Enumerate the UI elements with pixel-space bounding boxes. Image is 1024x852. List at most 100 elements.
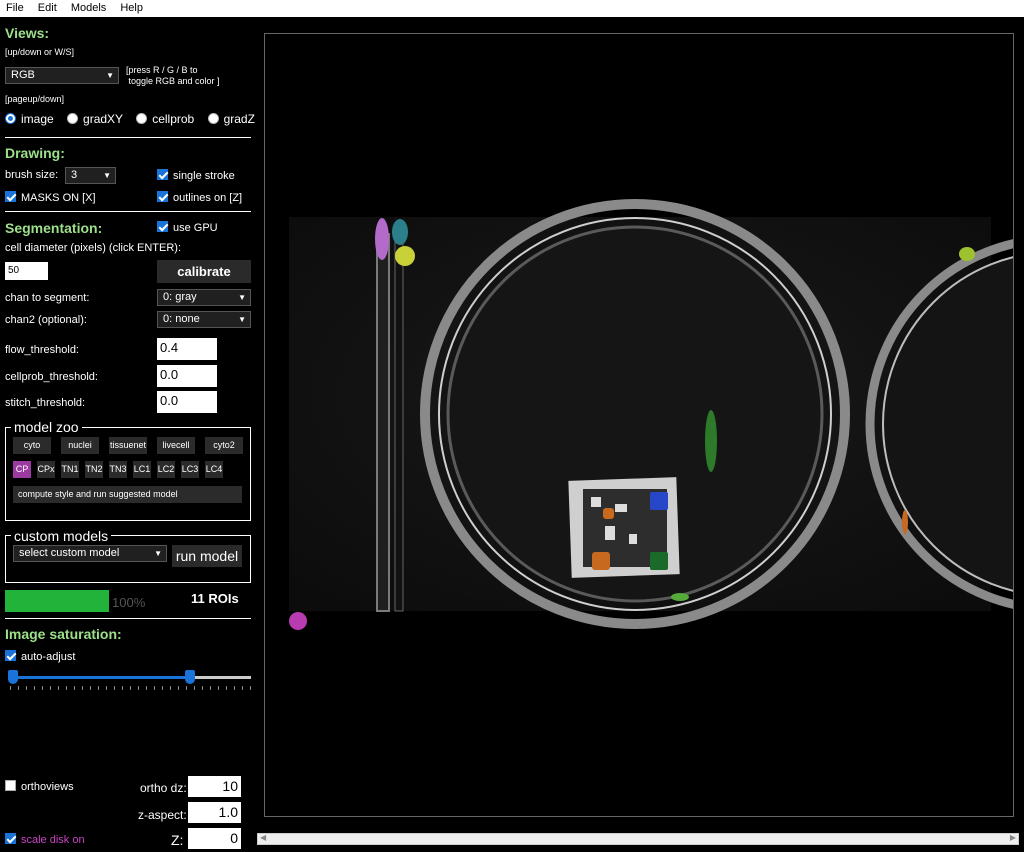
zoo-lc4-button[interactable]: LC4: [205, 461, 223, 478]
model-zoo-title: model zoo: [11, 419, 82, 435]
diameter-input[interactable]: 50: [5, 262, 48, 280]
checkbox-checked-icon: [157, 169, 168, 180]
progress-bar: [5, 590, 109, 612]
zoo-lc3-button[interactable]: LC3: [181, 461, 199, 478]
zoo-lc1-button[interactable]: LC1: [133, 461, 151, 478]
zoo-tn2-button[interactable]: TN2: [85, 461, 103, 478]
scroll-right-icon[interactable]: ▶: [1010, 833, 1016, 842]
slider-tick: [186, 686, 187, 690]
scale-disk: [289, 612, 307, 630]
masks-on-checkbox[interactable]: MASKS ON [X]: [5, 191, 96, 204]
horizontal-scrollbar[interactable]: ◀ ▶: [257, 833, 1019, 845]
radio-cellprob[interactable]: cellprob: [136, 112, 194, 126]
chevron-down-icon: ▼: [238, 315, 246, 324]
divider: [5, 137, 251, 138]
checkbox-checked-icon: [5, 191, 16, 202]
checkbox-checked-icon: [157, 191, 168, 202]
brush-size-select[interactable]: 3 ▼: [65, 167, 116, 184]
flow-threshold-input[interactable]: 0.4: [157, 338, 217, 360]
single-stroke-checkbox[interactable]: single stroke: [157, 169, 235, 182]
menu-models[interactable]: Models: [71, 0, 106, 14]
scale-disk-checkbox[interactable]: scale disk on: [5, 833, 85, 846]
calibrate-button[interactable]: calibrate: [157, 260, 251, 283]
brush-size-value: 3: [71, 169, 78, 181]
mask-green: [650, 552, 668, 570]
saturation-low-handle[interactable]: [8, 670, 18, 684]
chan2-label: chan2 (optional):: [5, 314, 87, 326]
cellprob-threshold-input[interactable]: 0.0: [157, 365, 217, 387]
radio-image[interactable]: image: [5, 112, 54, 126]
mask-orange-edge: [902, 510, 908, 534]
chan2-select[interactable]: 0: none ▼: [157, 311, 251, 328]
zoo-cpx-button[interactable]: CPx: [37, 461, 55, 478]
zoo-tissuenet-button[interactable]: tissuenet: [109, 437, 147, 454]
ortho-dz-input[interactable]: 10: [188, 776, 241, 797]
compute-style-button[interactable]: compute style and run suggested model: [13, 486, 242, 503]
menu-bar: File Edit Models Help: [0, 0, 1024, 17]
zoo-tn3-button[interactable]: TN3: [109, 461, 127, 478]
z-aspect-input[interactable]: 1.0: [188, 802, 241, 823]
radio-empty-icon: [207, 113, 219, 124]
slider-tick: [194, 686, 195, 690]
flow-threshold-label: flow_threshold:: [5, 344, 79, 356]
custom-model-select[interactable]: select custom model ▼: [13, 545, 167, 562]
saturation-high-handle[interactable]: [185, 670, 195, 684]
radio-gradxy[interactable]: gradXY: [67, 112, 123, 126]
slider-tick: [234, 686, 235, 690]
orthoviews-checkbox[interactable]: orthoviews: [5, 780, 74, 793]
divider: [5, 211, 251, 212]
radio-empty-icon: [136, 113, 148, 124]
chan2-value: 0: none: [163, 313, 200, 325]
image-viewer[interactable]: [264, 33, 1024, 817]
slider-tick: [106, 686, 107, 690]
progress-text: 100%: [112, 595, 146, 610]
diameter-label: cell diameter (pixels) (click ENTER):: [5, 242, 182, 254]
chan-select[interactable]: 0: gray ▼: [157, 289, 251, 306]
run-model-button[interactable]: run model: [172, 545, 242, 567]
slider-tick: [50, 686, 51, 690]
zoo-cp-button[interactable]: CP: [13, 461, 31, 478]
chevron-down-icon: ▼: [238, 293, 246, 302]
chan-label: chan to segment:: [5, 292, 90, 304]
menu-help[interactable]: Help: [120, 0, 143, 14]
drawing-title: Drawing:: [5, 145, 65, 161]
zoo-nuclei-button[interactable]: nuclei: [61, 437, 99, 454]
z-input[interactable]: 0: [188, 828, 241, 849]
saturation-slider-range: [13, 676, 190, 679]
slider-tick: [90, 686, 91, 690]
menu-edit[interactable]: Edit: [38, 0, 57, 14]
zoo-tn1-button[interactable]: TN1: [61, 461, 79, 478]
slider-tick: [130, 686, 131, 690]
auto-adjust-checkbox[interactable]: auto-adjust: [5, 650, 75, 663]
mask-purple: [375, 218, 389, 260]
slider-tick: [34, 686, 35, 690]
slider-tick: [250, 686, 251, 690]
zoo-lc2-button[interactable]: LC2: [157, 461, 175, 478]
slider-tick: [154, 686, 155, 690]
zoo-cyto-button[interactable]: cyto: [13, 437, 51, 454]
checkbox-checked-icon: [5, 650, 16, 661]
radio-gradz[interactable]: gradZ: [207, 112, 255, 126]
slider-tick: [26, 686, 27, 690]
stitch-threshold-input[interactable]: 0.0: [157, 391, 217, 413]
chevron-down-icon: ▼: [154, 549, 162, 558]
mask-orange: [592, 552, 610, 570]
mask-blue: [650, 492, 668, 510]
mask-green-elongated: [705, 410, 717, 472]
views-hint-updown: [up/down or W/S]: [5, 47, 75, 57]
custom-models-title: custom models: [11, 528, 112, 544]
slider-tick: [210, 686, 211, 690]
scroll-left-icon[interactable]: ◀: [260, 833, 266, 842]
slider-tick: [58, 686, 59, 690]
zoo-cyto2-button[interactable]: cyto2: [205, 437, 243, 454]
roi-count: 11 ROIs: [191, 591, 239, 606]
menu-file[interactable]: File: [6, 0, 24, 14]
plate-rail: [394, 233, 404, 612]
qr-module: [615, 504, 627, 512]
slider-tick: [10, 686, 11, 690]
views-select[interactable]: RGB ▼: [5, 67, 119, 84]
plate-rail: [376, 233, 390, 612]
use-gpu-checkbox[interactable]: use GPU: [157, 221, 218, 234]
zoo-livecell-button[interactable]: livecell: [157, 437, 195, 454]
outlines-on-checkbox[interactable]: outlines on [Z]: [157, 191, 242, 204]
